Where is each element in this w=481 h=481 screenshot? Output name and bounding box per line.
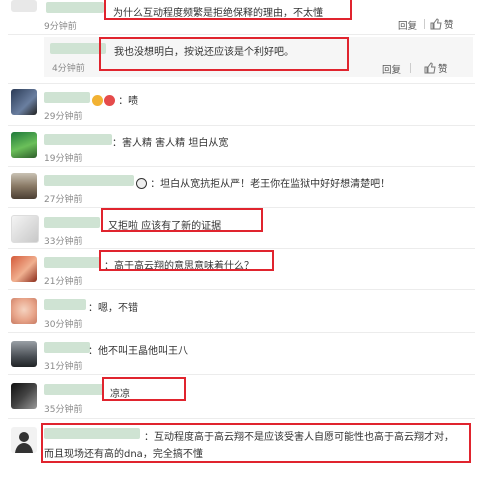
comment-text: ：嗯，不错 bbox=[88, 303, 138, 314]
comment-text: ：他不叫王晶他叫王八 bbox=[88, 346, 188, 357]
comment-text: ：害人精 害人精 坦白从宽 bbox=[112, 138, 229, 149]
comment-body: ：坦白从宽抗拒从严！老王你在监狱中好好想清楚吧！ bbox=[150, 179, 391, 190]
thumbs-up-icon bbox=[430, 18, 442, 30]
comment-item: 我也没想明白，按说还应该是个利好吧。 4分钟前 回复 赞 bbox=[0, 35, 481, 81]
highlight-box bbox=[99, 250, 274, 271]
comment-time: 19分钟前 bbox=[44, 154, 83, 164]
comment-item: ：害人精 害人精 坦白从宽 19分钟前 bbox=[0, 126, 481, 166]
username[interactable] bbox=[44, 217, 100, 228]
reply-button[interactable]: 回复 bbox=[398, 18, 417, 32]
avatar[interactable] bbox=[11, 383, 37, 409]
username[interactable] bbox=[44, 175, 134, 186]
comment-time: 33分钟前 bbox=[44, 237, 83, 247]
avatar[interactable] bbox=[11, 89, 37, 115]
username[interactable] bbox=[44, 384, 104, 395]
action-divider bbox=[410, 63, 411, 73]
comment-time: 31分钟前 bbox=[44, 362, 83, 372]
avatar[interactable] bbox=[11, 298, 37, 324]
avatar[interactable] bbox=[11, 132, 37, 158]
like-label: 赞 bbox=[444, 20, 454, 31]
avatar[interactable] bbox=[11, 341, 37, 367]
comment-time: 27分钟前 bbox=[44, 195, 83, 205]
panda-emoji-icon bbox=[136, 178, 147, 189]
emoji-icon bbox=[104, 95, 115, 106]
username[interactable] bbox=[44, 257, 100, 268]
highlight-box bbox=[99, 37, 349, 71]
comment-item: ：坦白从宽抗拒从严！老王你在监狱中好好想清楚吧！ 27分钟前 bbox=[0, 167, 481, 207]
comment-text: ：坦白从宽抗拒从严！老王你在监狱中好好想清楚吧！ bbox=[136, 175, 390, 190]
action-divider bbox=[424, 19, 425, 29]
reply-button[interactable]: 回复 bbox=[382, 62, 401, 76]
username[interactable] bbox=[46, 2, 104, 13]
avatar[interactable] bbox=[11, 173, 37, 199]
comment-time: 9分钟前 bbox=[44, 22, 77, 32]
username[interactable] bbox=[44, 134, 112, 145]
highlight-box bbox=[101, 208, 263, 232]
username[interactable] bbox=[50, 43, 106, 54]
username[interactable] bbox=[44, 342, 90, 353]
emoji-icon bbox=[92, 95, 103, 106]
avatar[interactable] bbox=[11, 256, 37, 282]
comment-time: 29分钟前 bbox=[44, 112, 83, 122]
silhouette-icon bbox=[15, 432, 33, 453]
like-button[interactable]: 赞 bbox=[430, 17, 454, 31]
username[interactable] bbox=[44, 299, 86, 310]
comment-time: 30分钟前 bbox=[44, 320, 83, 330]
highlight-box bbox=[41, 423, 471, 463]
highlight-box bbox=[104, 0, 352, 20]
comment-time: 35分钟前 bbox=[44, 405, 83, 415]
username[interactable] bbox=[44, 92, 90, 103]
comment-item: ：互动程度高于高云翔不是应该受害人自愿可能性也高于高云翔才对， 而且现场还有高的… bbox=[0, 419, 481, 481]
avatar[interactable] bbox=[11, 215, 39, 243]
comment-item: ：高于高云翔的意思意味着什么？ 21分钟前 bbox=[0, 249, 481, 289]
like-button[interactable]: 赞 bbox=[424, 61, 448, 75]
comment-item: ：啧 29分钟前 bbox=[0, 84, 481, 125]
avatar[interactable] bbox=[11, 427, 37, 453]
thumbs-up-icon bbox=[424, 62, 436, 74]
comment-item: ：他不叫王晶他叫王八 31分钟前 bbox=[0, 333, 481, 374]
comment-item: 为什么互动程度频繁是拒绝保释的理由，不太懂 9分钟前 回复 赞 bbox=[0, 0, 481, 34]
like-label: 赞 bbox=[438, 64, 448, 75]
comment-item: 凉凉 35分钟前 bbox=[0, 375, 481, 417]
comment-body: ：啧 bbox=[118, 96, 139, 107]
comment-text: ：啧 bbox=[92, 92, 138, 107]
avatar[interactable] bbox=[11, 0, 37, 12]
comment-time: 21分钟前 bbox=[44, 277, 83, 287]
highlight-box bbox=[102, 377, 186, 401]
comment-time: 4分钟前 bbox=[52, 64, 85, 74]
comment-item: ：嗯，不错 30分钟前 bbox=[0, 290, 481, 332]
comment-item: 又拒啦 应该有了新的证据 33分钟前 bbox=[0, 208, 481, 248]
